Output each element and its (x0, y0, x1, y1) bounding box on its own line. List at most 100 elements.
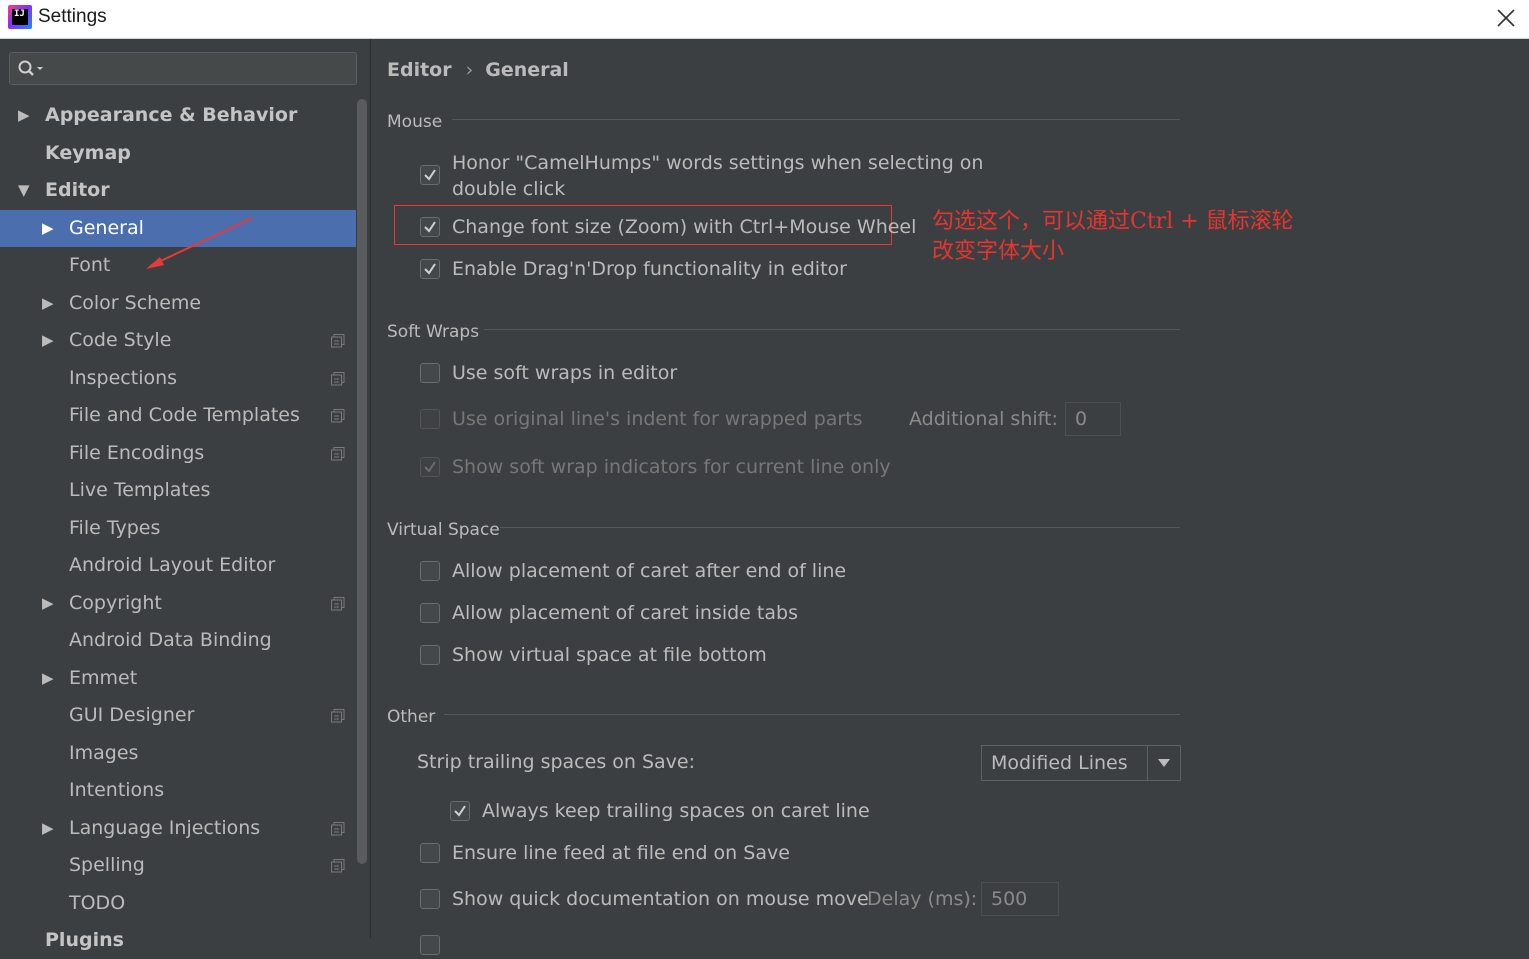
sidebar-item-intentions[interactable]: Intentions (0, 772, 370, 809)
checkbox[interactable] (420, 457, 440, 477)
sidebar-item-label: Keymap (45, 142, 131, 164)
checkbox-zoom-font[interactable]: Change font size (Zoom) with Ctrl+Mouse … (420, 213, 916, 243)
checkbox-label: Ensure line feed at file end on Save (452, 842, 790, 864)
checkbox[interactable] (420, 935, 440, 955)
expand-arrow-icon[interactable]: ▶ (42, 285, 54, 322)
expand-arrow-icon[interactable]: ▶ (42, 660, 54, 697)
checkbox-label: Honor "CamelHumps" words settings when s… (452, 152, 984, 174)
sidebar-item-android-data-binding[interactable]: Android Data Binding (0, 622, 370, 659)
sidebar-item-keymap[interactable]: Keymap (0, 135, 370, 172)
search-field[interactable] (9, 52, 357, 85)
annotation-note: 勾选这个，可以通过Ctrl + 鼠标滚轮 改变字体大小 (932, 207, 1294, 267)
checkbox-label: Allow placement of caret after end of li… (452, 560, 847, 582)
checkbox-caret-inside-tabs[interactable]: Allow placement of caret inside tabs (420, 599, 920, 629)
checkbox-label: double click (452, 178, 566, 200)
sidebar-item-label: Inspections (69, 367, 178, 389)
project-settings-icon (331, 709, 345, 723)
intellij-app-icon: IJ (8, 5, 32, 29)
sidebar-item-todo[interactable]: TODO (0, 885, 370, 922)
sidebar-item-language-injections[interactable]: ▶ Language Injections (0, 810, 370, 847)
sidebar-item-images[interactable]: Images (0, 735, 370, 772)
checkbox-original-indent[interactable]: Use original line's indent for wrapped p… (420, 405, 920, 435)
sidebar-item-inspections[interactable]: Inspections (0, 360, 370, 397)
dropdown-button[interactable] (1147, 746, 1180, 780)
checkbox[interactable] (420, 843, 440, 863)
checkbox[interactable] (420, 645, 440, 665)
checkbox-virtual-space-bottom[interactable]: Show virtual space at file bottom (420, 641, 920, 671)
sidebar-item-file-encodings[interactable]: File Encodings (0, 435, 370, 472)
sidebar-item-copyright[interactable]: ▶ Copyright (0, 585, 370, 622)
checkbox-line-feed[interactable]: Ensure line feed at file end on Save (420, 839, 920, 869)
checkbox-keep-trailing-spaces[interactable]: Always keep trailing spaces on caret lin… (450, 797, 950, 827)
checkbox-label: Use original line's indent for wrapped p… (452, 408, 863, 430)
expand-arrow-icon[interactable]: ▶ (42, 810, 54, 847)
checkbox[interactable] (420, 561, 440, 581)
collapse-arrow-icon[interactable]: ▼ (18, 172, 30, 209)
breadcrumb-current: General (485, 59, 569, 81)
sidebar-item-emmet[interactable]: ▶ Emmet (0, 660, 370, 697)
settings-sidebar: ▶ Appearance & Behavior Keymap ▼ Editor … (0, 39, 371, 951)
checkbox[interactable] (420, 165, 440, 185)
checkbox[interactable] (420, 409, 440, 429)
sidebar-item-android-layout-editor[interactable]: Android Layout Editor (0, 547, 370, 584)
checkbox[interactable] (420, 889, 440, 909)
project-settings-icon (331, 859, 345, 873)
sidebar-item-editor[interactable]: ▼ Editor (0, 172, 370, 209)
checkbox[interactable] (450, 801, 470, 821)
sidebar-item-plugins[interactable]: Plugins (0, 922, 370, 959)
checkbox-drag-drop[interactable]: Enable Drag'n'Drop functionality in edit… (420, 255, 920, 285)
checkbox-caret-after-end[interactable]: Allow placement of caret after end of li… (420, 557, 920, 587)
sidebar-item-gui-designer[interactable]: GUI Designer (0, 697, 370, 734)
expand-arrow-icon[interactable]: ▶ (42, 322, 54, 359)
sidebar-item-file-code-templates[interactable]: File and Code Templates (0, 397, 370, 434)
delay-input[interactable]: 500 (981, 882, 1059, 916)
sidebar-item-label: Code Style (69, 329, 172, 351)
sidebar-item-label: Emmet (69, 667, 138, 689)
sidebar-item-label: Appearance & Behavior (45, 104, 298, 126)
expand-arrow-icon[interactable]: ▶ (42, 585, 54, 622)
additional-shift-label: Additional shift: (909, 408, 1058, 430)
checkbox[interactable] (420, 603, 440, 623)
checkbox-partial-next[interactable] (420, 929, 520, 959)
project-settings-icon (331, 822, 345, 836)
section-title-mouse: Mouse (387, 112, 443, 132)
section-title-soft-wraps: Soft Wraps (387, 322, 480, 342)
checkbox[interactable] (420, 259, 440, 279)
sidebar-item-label: General (69, 217, 144, 239)
checkbox[interactable] (420, 217, 440, 237)
dropdown-value: Modified Lines (991, 752, 1128, 774)
sidebar-item-label: File and Code Templates (69, 404, 300, 426)
sidebar-item-label: Intentions (69, 779, 165, 801)
checkbox-camel-humps[interactable]: Honor "CamelHumps" words settings when s… (420, 149, 1020, 205)
sidebar-item-color-scheme[interactable]: ▶ Color Scheme (0, 285, 370, 322)
sidebar-item-spelling[interactable]: Spelling (0, 847, 370, 884)
section-title-other: Other (387, 707, 436, 727)
search-input[interactable] (52, 57, 346, 81)
sidebar-item-label: Color Scheme (69, 292, 202, 314)
checkbox-label: Enable Drag'n'Drop functionality in edit… (452, 258, 847, 280)
sidebar-item-code-style[interactable]: ▶ Code Style (0, 322, 370, 359)
breadcrumb-separator-icon: › (465, 59, 474, 81)
checkbox-soft-wrap-indicators[interactable]: Show soft wrap indicators for current li… (420, 453, 940, 483)
sidebar-item-appearance-behavior[interactable]: ▶ Appearance & Behavior (0, 97, 370, 134)
sidebar-item-label: Images (69, 742, 139, 764)
expand-arrow-icon[interactable]: ▶ (42, 210, 54, 247)
chevron-down-icon (1158, 759, 1170, 767)
sidebar-item-file-types[interactable]: File Types (0, 510, 370, 547)
check-icon (424, 169, 436, 181)
project-settings-icon (331, 334, 345, 348)
strip-trailing-dropdown[interactable]: Modified Lines (981, 745, 1181, 781)
additional-shift-input[interactable]: 0 (1065, 402, 1121, 436)
expand-arrow-icon[interactable]: ▶ (18, 97, 30, 134)
checkbox-quick-documentation[interactable]: Show quick documentation on mouse move (420, 885, 869, 915)
section-divider (444, 714, 1180, 715)
breadcrumb-parent[interactable]: Editor (387, 59, 452, 81)
checkbox-use-soft-wraps[interactable]: Use soft wraps in editor (420, 359, 920, 389)
checkbox[interactable] (420, 363, 440, 383)
close-button[interactable] (1483, 0, 1529, 36)
sidebar-scrollbar[interactable] (357, 99, 367, 864)
checkbox-label: Show soft wrap indicators for current li… (452, 456, 891, 478)
section-divider (500, 527, 1180, 528)
annotation-arrow-icon (146, 217, 253, 269)
sidebar-item-live-templates[interactable]: Live Templates (0, 472, 370, 509)
